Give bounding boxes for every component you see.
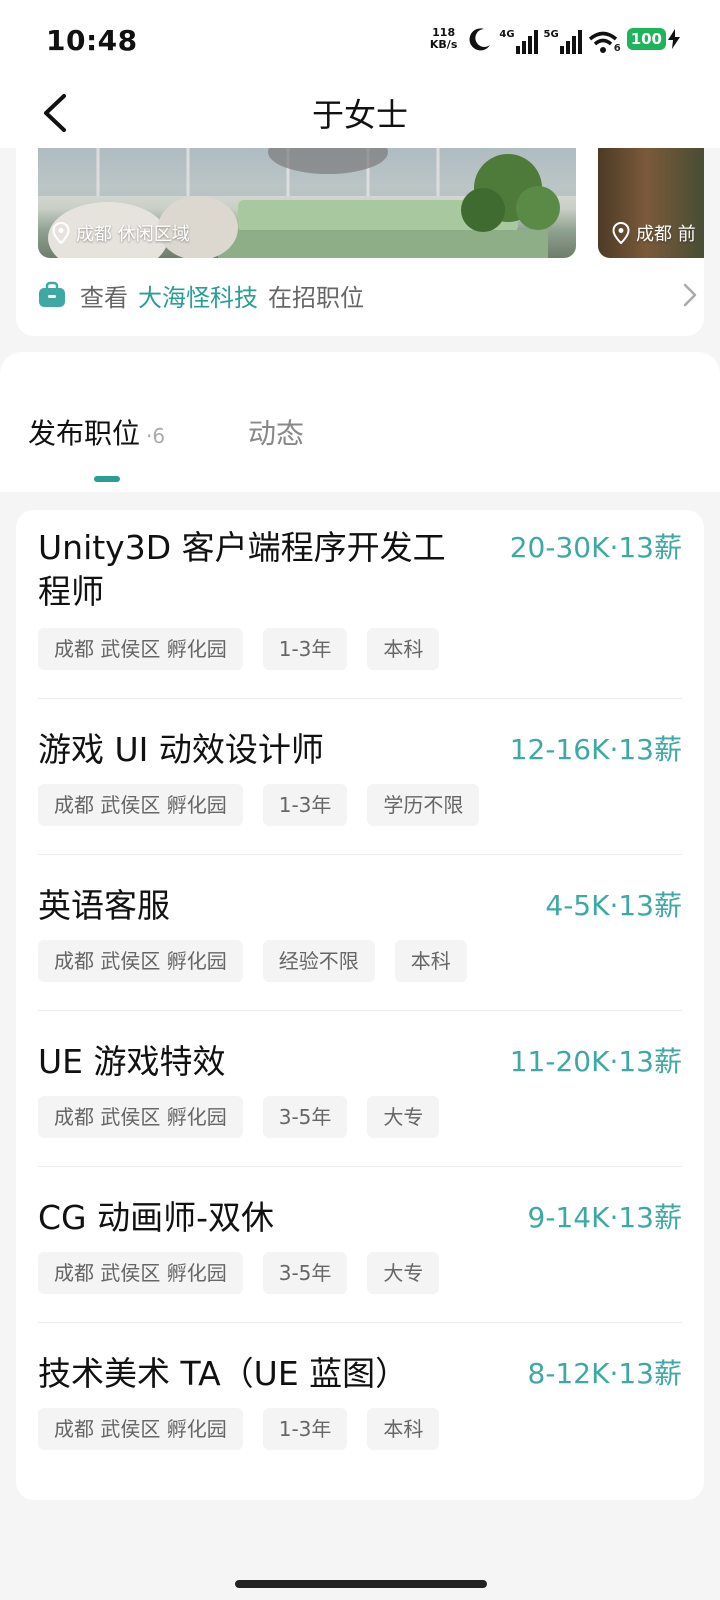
job-title: CG 动画师-双休 [38, 1198, 275, 1237]
tab-updates[interactable]: 动态 [248, 412, 304, 452]
job-tags: 成都 武侯区 孵化园 1-3年 本科 [38, 628, 440, 670]
job-tag-education: 大专 [367, 1096, 440, 1138]
job-card[interactable]: CG 动画师-双休 9-14K·13薪 成都 武侯区 孵化园 3-5年 大专 [38, 1196, 682, 1306]
job-tags: 成都 武侯区 孵化园 1-3年 学历不限 [38, 784, 480, 826]
job-salary: 4-5K·13薪 [545, 889, 682, 922]
tab-posted-jobs[interactable]: 发布职位 ·6 [28, 412, 165, 452]
photo-location: 成都 休闲区域 [52, 220, 190, 246]
signal-5g: 5G [544, 24, 582, 54]
divider [38, 698, 682, 699]
job-tag-experience: 1-3年 [262, 1408, 348, 1450]
wifi-badge: 6 [613, 43, 621, 54]
job-title: UE 游戏特效 [38, 1042, 226, 1081]
job-tag-education: 大专 [367, 1252, 440, 1294]
signal-bars-icon [559, 30, 582, 54]
job-title: Unity3D 客户端程序开发工程师 [38, 528, 446, 611]
status-bar: 10:48 118 KB/s 4G 5G 6 100 [0, 0, 720, 76]
job-tag-location: 成都 武侯区 孵化园 [38, 784, 243, 826]
network-speed-unit: KB/s [429, 38, 458, 51]
charging-bolt-icon [668, 29, 680, 49]
job-tag-education: 本科 [367, 1408, 440, 1450]
company-jobs-link[interactable]: 查看 大海怪科技 在招职位 [38, 272, 698, 318]
battery: 100 [626, 28, 680, 50]
photo-location-text: 成都 前 [636, 224, 696, 245]
tabs-section: 发布职位 ·6 动态 [0, 352, 720, 492]
job-tag-location: 成都 武侯区 孵化园 [38, 628, 243, 670]
active-tab-indicator [94, 476, 120, 482]
job-title: 英语客服 [38, 886, 170, 925]
photo-location: 成都 前 [612, 220, 696, 246]
job-tag-education: 本科 [367, 628, 440, 670]
briefcase-icon [39, 281, 65, 307]
tab-label: 动态 [248, 417, 305, 450]
signal-5g-label: 5G [543, 29, 559, 40]
job-tags: 成都 武侯区 孵化园 3-5年 大专 [38, 1252, 440, 1294]
wifi: 6 [588, 24, 621, 54]
job-tag-location: 成都 武侯区 孵化园 [38, 1252, 243, 1294]
job-tag-experience: 经验不限 [262, 940, 375, 982]
job-card[interactable]: 技术美术 TA（UE 蓝图） 8-12K·13薪 成都 武侯区 孵化园 1-3年… [38, 1352, 682, 1462]
battery-level: 100 [626, 28, 666, 50]
jobs-link-prefix: 查看 [80, 283, 128, 312]
job-tag-experience: 1-3年 [262, 784, 348, 826]
job-title: 技术美术 TA（UE 蓝图） [38, 1354, 409, 1393]
page-title: 于女士 [311, 96, 408, 134]
jobs-link-suffix: 在招职位 [268, 283, 364, 312]
job-tags: 成都 武侯区 孵化园 经验不限 本科 [38, 940, 467, 982]
location-pin-icon [52, 222, 70, 244]
home-indicator[interactable] [235, 1580, 487, 1588]
company-card: 成都 休闲区域 成都 前 查看 大海怪科技 在招职位 [16, 148, 704, 336]
job-salary: 8-12K·13薪 [527, 1357, 682, 1390]
job-tags: 成都 武侯区 孵化园 3-5年 大专 [38, 1096, 440, 1138]
office-photo[interactable]: 成都 休闲区域 [38, 148, 576, 258]
job-tag-education: 学历不限 [367, 784, 480, 826]
job-tag-location: 成都 武侯区 孵化园 [38, 1408, 243, 1450]
job-card[interactable]: Unity3D 客户端程序开发工程师 20-30K·13薪 成都 武侯区 孵化园… [38, 526, 682, 686]
nav-bar: 于女士 [0, 76, 720, 148]
job-card[interactable]: 游戏 UI 动效设计师 12-16K·13薪 成都 武侯区 孵化园 1-3年 学… [38, 728, 682, 838]
job-tag-experience: 3-5年 [262, 1096, 348, 1138]
job-card[interactable]: 英语客服 4-5K·13薪 成都 武侯区 孵化园 经验不限 本科 [38, 884, 682, 994]
job-tag-location: 成都 武侯区 孵化园 [38, 940, 243, 982]
job-salary: 12-16K·13薪 [509, 733, 682, 766]
tab-label: 发布职位 [28, 417, 141, 450]
photo-location-text: 成都 休闲区域 [76, 224, 190, 245]
job-salary: 9-14K·13薪 [527, 1201, 682, 1234]
office-photo[interactable]: 成都 前 [598, 148, 704, 258]
signal-4g: 4G [499, 24, 538, 54]
job-salary: 11-20K·13薪 [509, 1045, 682, 1078]
company-name: 大海怪科技 [138, 283, 258, 312]
location-pin-icon [612, 222, 630, 244]
job-tag-location: 成都 武侯区 孵化园 [38, 1096, 243, 1138]
photo-gallery[interactable]: 成都 休闲区域 成都 前 [38, 148, 704, 258]
moon-icon [469, 28, 491, 51]
job-tags: 成都 武侯区 孵化园 1-3年 本科 [38, 1408, 440, 1450]
tab-count: ·6 [146, 424, 166, 448]
divider [38, 1322, 682, 1323]
network-speed: 118 KB/s [430, 27, 457, 51]
signal-4g-label: 4G [499, 29, 515, 40]
divider [38, 1166, 682, 1167]
job-list: Unity3D 客户端程序开发工程师 20-30K·13薪 成都 武侯区 孵化园… [16, 510, 704, 1500]
status-icons: 118 KB/s 4G 5G 6 100 [430, 22, 680, 56]
job-tag-experience: 1-3年 [262, 628, 348, 670]
job-salary: 20-30K·13薪 [509, 531, 682, 564]
divider [38, 1010, 682, 1011]
divider [38, 854, 682, 855]
status-time: 10:48 [46, 24, 138, 57]
job-card[interactable]: UE 游戏特效 11-20K·13薪 成都 武侯区 孵化园 3-5年 大专 [38, 1040, 682, 1150]
job-tag-education: 本科 [394, 940, 467, 982]
signal-bars-icon [515, 30, 538, 54]
job-tag-experience: 3-5年 [262, 1252, 348, 1294]
chevron-right-icon [683, 283, 697, 307]
job-title: 游戏 UI 动效设计师 [38, 730, 324, 769]
